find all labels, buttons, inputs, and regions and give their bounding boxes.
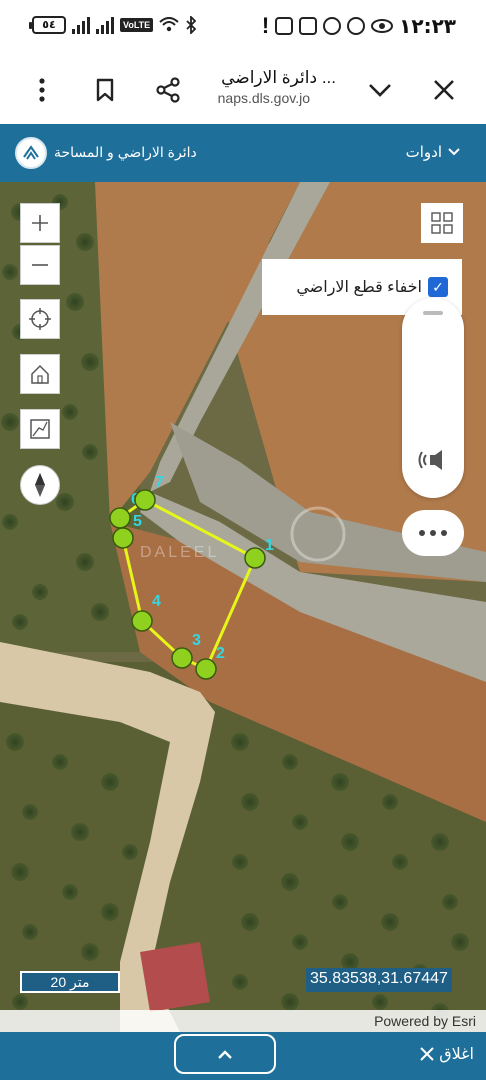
more-options-icon[interactable] [24, 72, 60, 108]
eye-icon [371, 19, 394, 33]
instagram-icon-2 [299, 17, 318, 35]
measure-icon [30, 419, 50, 439]
status-right: ! ١٢:٢٣ [262, 14, 456, 38]
battery-icon: ٥٤ [29, 16, 66, 34]
more-options-button[interactable] [402, 510, 464, 556]
parcel-vertex-label: 2 [216, 645, 225, 662]
qr-grid-icon [431, 212, 453, 234]
zoom-out-button[interactable] [20, 245, 60, 285]
chevron-down-icon[interactable] [362, 72, 398, 108]
parcel-vertex[interactable] [112, 527, 134, 549]
volte-badge: VoLTE [120, 18, 154, 32]
page-title: دائرة الاراضي ... [221, 68, 336, 87]
parcel-vertex[interactable] [195, 658, 217, 680]
parcel-vertex[interactable] [244, 547, 266, 569]
map-view[interactable]: DALEEL 1234567 اخفاء قطع الاراضي ✓ 20 مت… [0, 182, 486, 1032]
alarm-icon [347, 17, 366, 35]
home-icon [31, 364, 49, 384]
tools-label: ادوات [405, 144, 442, 161]
close-icon[interactable] [426, 72, 462, 108]
scale-bar: 20 متر [20, 971, 120, 993]
compass-icon [35, 473, 45, 497]
dls-logo-icon [15, 137, 47, 169]
parcel-vertex-label: 1 [265, 537, 274, 554]
parcel-vertex-label: 5 [133, 513, 142, 530]
hide-parcels-checkbox[interactable]: ✓ [428, 277, 448, 297]
volume-panel[interactable] [402, 298, 464, 498]
compass-button[interactable] [20, 465, 60, 505]
clock: ١٢:٢٣ [399, 14, 456, 38]
parcel-vertex[interactable] [134, 489, 156, 511]
status-bar: ٥٤ VoLTE ! ١٢:٢٣ [0, 0, 486, 58]
signal-icon [72, 16, 90, 34]
org-name: دائرة الاراضي و المساحة [54, 144, 197, 160]
close-label: اغلاق [439, 1046, 474, 1063]
status-left: ٥٤ VoLTE [29, 16, 197, 34]
parcel-vertex[interactable] [131, 610, 153, 632]
layers-button[interactable] [421, 203, 463, 243]
wifi-icon [159, 17, 179, 32]
tools-menu[interactable]: ادوات [406, 143, 460, 161]
browser-toolbar: دائرة الاراضي ... naps.dls.gov.jo [0, 58, 486, 124]
speaker-icon[interactable] [418, 448, 448, 472]
share-icon[interactable] [150, 72, 186, 108]
volume-grip[interactable] [423, 311, 443, 315]
crosshair-icon [29, 308, 51, 330]
instagram-icon [275, 17, 294, 35]
parcel-vertex-label: 4 [152, 593, 161, 610]
signal-icon-2 [96, 16, 114, 34]
coordinates-readout: 35.83538,31.67447 [306, 968, 452, 992]
expand-panel-button[interactable] [174, 1034, 276, 1074]
close-icon [420, 1047, 434, 1061]
close-panel-button[interactable]: اغلاق [419, 1044, 474, 1064]
bottom-bar: اغلاق [0, 1032, 486, 1080]
measure-button[interactable] [20, 409, 60, 449]
svg-text:DALEEL: DALEEL [140, 544, 219, 561]
locate-button[interactable] [20, 299, 60, 339]
parcel-vertex[interactable] [109, 507, 131, 529]
chevron-up-icon [218, 1049, 232, 1059]
esri-attribution: Powered by Esri [0, 1010, 486, 1032]
zoom-in-button[interactable] [20, 203, 60, 243]
whatsapp-icon [323, 17, 342, 35]
parcel-vertex-label: 7 [155, 474, 164, 491]
bluetooth-icon [186, 16, 197, 34]
alert-icon: ! [261, 13, 270, 38]
hide-parcels-label: اخفاء قطع الاراضي [296, 279, 422, 296]
parcel-vertex-label: 3 [192, 632, 201, 649]
bookmark-icon[interactable] [87, 72, 123, 108]
parcel-vertex[interactable] [171, 647, 193, 669]
app-header: دائرة الاراضي و المساحة ادوات [0, 124, 486, 182]
chevron-down-icon [448, 148, 460, 156]
page-url[interactable]: naps.dls.gov.jo [218, 90, 310, 106]
home-button[interactable] [20, 354, 60, 394]
